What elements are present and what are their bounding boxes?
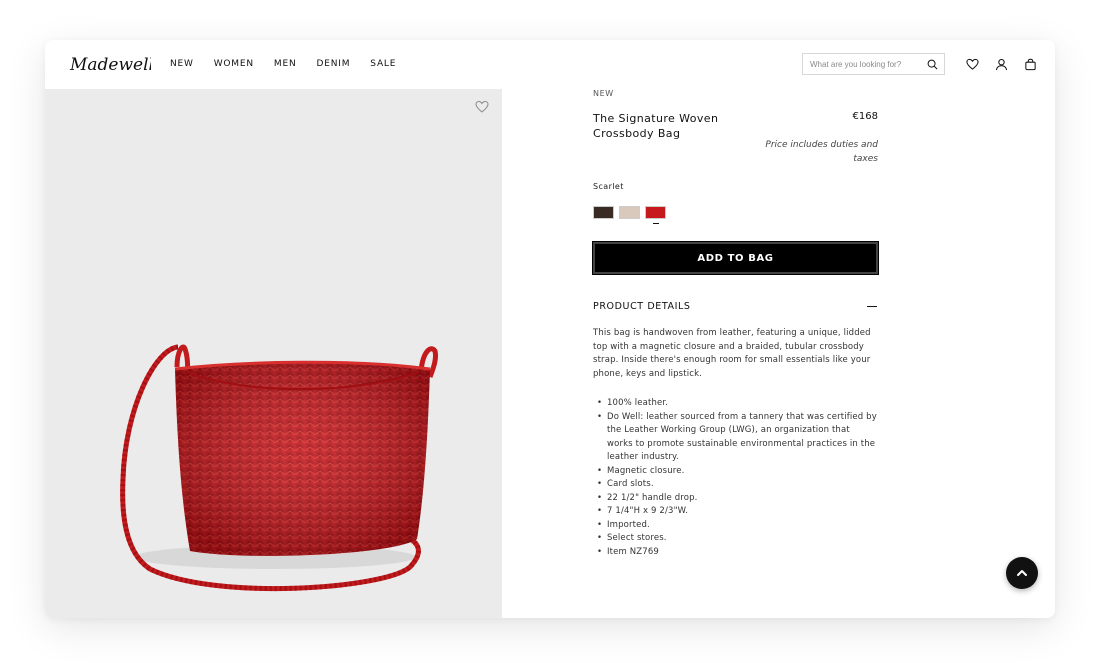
search-icon[interactable]	[927, 59, 938, 70]
minus-icon	[867, 306, 877, 307]
nav-men[interactable]: MEN	[274, 59, 297, 69]
detail-item: Card slots.	[593, 478, 878, 492]
swatch-scarlet[interactable]	[645, 206, 666, 224]
wishlist-heart-icon[interactable]	[475, 100, 489, 114]
nav-new[interactable]: NEW	[170, 59, 194, 69]
main-nav: NEW WOMEN MEN DENIM SALE	[170, 59, 416, 69]
bag-icon[interactable]	[1024, 58, 1037, 71]
swatch-dark-brown[interactable]	[593, 206, 614, 219]
add-to-bag-button[interactable]: ADD TO BAG	[592, 241, 879, 275]
product-details-panel: NEW The Signature Woven Crossbody Bag €1…	[592, 89, 879, 559]
price-note: Price includes duties and taxes	[765, 140, 878, 164]
nav-denim[interactable]: DENIM	[316, 59, 350, 69]
nav-women[interactable]: WOMEN	[214, 59, 254, 69]
product-price: €168	[852, 111, 878, 122]
product-details-list: 100% leather. Do Well: leather sourced f…	[593, 397, 878, 559]
page-card: Madewell NEW WOMEN MEN DENIM SALE	[45, 40, 1055, 618]
detail-item: Imported.	[593, 519, 878, 533]
detail-item: Select stores.	[593, 532, 878, 546]
product-details-heading: PRODUCT DETAILS	[593, 301, 691, 312]
chevron-up-icon	[1017, 570, 1027, 576]
site-header: Madewell NEW WOMEN MEN DENIM SALE	[45, 40, 1055, 89]
selected-color-label: Scarlet	[593, 182, 624, 191]
svg-text:Madewell: Madewell	[69, 55, 151, 75]
detail-item: 100% leather.	[593, 397, 878, 411]
back-to-top-button[interactable]	[1006, 557, 1038, 589]
product-image	[120, 344, 438, 592]
detail-item: Magnetic closure.	[593, 465, 878, 479]
detail-item: 7 1/4"H x 9 2/3"W.	[593, 505, 878, 519]
detail-item: 22 1/2" handle drop.	[593, 492, 878, 506]
swatch-natural[interactable]	[619, 206, 640, 219]
product-title: The Signature Woven Crossbody Bag	[593, 112, 719, 140]
product-description: This bag is handwoven from leather, feat…	[593, 328, 871, 379]
product-image-panel[interactable]	[45, 89, 502, 618]
user-icon[interactable]	[995, 58, 1008, 71]
search-input[interactable]	[803, 59, 921, 69]
new-badge: NEW	[593, 89, 614, 98]
product-details-toggle[interactable]: PRODUCT DETAILS	[593, 301, 878, 312]
madewell-logo[interactable]: Madewell	[69, 52, 151, 76]
heart-icon[interactable]	[966, 58, 979, 71]
search-box	[802, 53, 945, 75]
color-swatches	[593, 206, 666, 224]
detail-item: Do Well: leather sourced from a tannery …	[593, 411, 878, 465]
nav-sale[interactable]: SALE	[370, 59, 396, 69]
detail-item: Item NZ769	[593, 546, 878, 560]
